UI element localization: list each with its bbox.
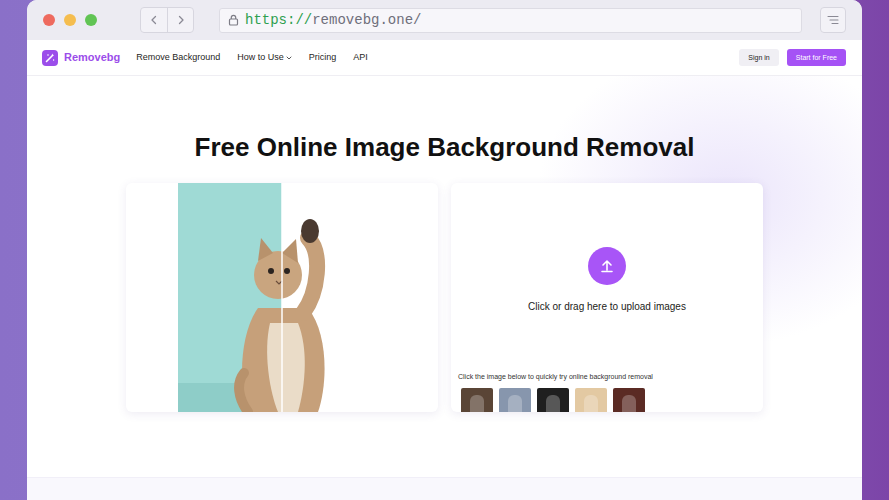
sample-image[interactable]	[461, 388, 493, 413]
lock-icon	[228, 14, 239, 26]
chevron-down-icon	[286, 55, 292, 61]
example-photo	[178, 183, 386, 412]
upload-label[interactable]: Click or drag here to upload images	[528, 299, 686, 314]
upload-arrow-icon[interactable]	[588, 247, 626, 285]
sample-subject	[508, 395, 522, 413]
sample-image[interactable]	[575, 388, 607, 413]
browser-window: https://removebg.one/Removebg Remove Back…	[27, 0, 862, 500]
sample-subject	[470, 395, 484, 413]
nav-dropdown[interactable]: How to Use	[237, 51, 292, 65]
sample-subject	[584, 395, 598, 413]
hero-section: Free Online Image Background Removal Clic…	[27, 76, 862, 477]
sample-image[interactable]	[499, 388, 531, 413]
url-host: removebg.one/	[312, 12, 421, 28]
page-title: Free Online Image Background Removal	[195, 132, 695, 163]
auth-buttons: Sign in Start for Free	[739, 49, 846, 66]
upload-card[interactable]: Click or drag here to upload images Click…	[451, 183, 763, 412]
url-text[interactable]: https://removebg.one/	[245, 13, 421, 27]
nav-label: Remove Background	[136, 51, 220, 65]
sample-images	[461, 388, 763, 413]
start-free-button[interactable]: Start for Free	[787, 49, 846, 66]
zoom-button[interactable]	[85, 14, 97, 26]
sign-in-button[interactable]: Sign in	[739, 49, 778, 66]
preview-card	[126, 183, 438, 412]
nav-label: How to Use	[237, 51, 284, 65]
magic-wand-icon	[42, 50, 58, 66]
browser-toolbar: https://removebg.one/	[27, 0, 862, 40]
tool-cards: Click or drag here to upload images Click…	[126, 183, 763, 412]
nav-link[interactable]: API	[353, 51, 368, 65]
brand-logo[interactable]: Removebg	[42, 49, 120, 66]
menu-icon[interactable]	[820, 7, 846, 33]
nav-link[interactable]: Remove Background	[136, 51, 220, 65]
nav-link[interactable]: Pricing	[309, 51, 337, 65]
close-button[interactable]	[43, 14, 55, 26]
url-scheme: https://	[245, 12, 312, 28]
samples-hint: Click the image below to quickly try onl…	[458, 372, 763, 383]
nav-label: API	[353, 51, 368, 65]
sample-subject	[622, 395, 636, 413]
sample-image[interactable]	[537, 388, 569, 413]
sample-subject	[546, 395, 560, 413]
upload-dropzone[interactable]: Click or drag here to upload images	[451, 183, 763, 314]
nav-links: Remove Background How to Use Pricing API	[136, 51, 368, 65]
site-navbar: Removebg Remove Background How to Use Prici…	[27, 40, 862, 76]
sample-image[interactable]	[613, 388, 645, 413]
desktop: https://removebg.one/Removebg Remove Back…	[0, 0, 889, 500]
brand-name: Removebg	[64, 49, 120, 66]
address-bar[interactable]: https://removebg.one/	[219, 8, 802, 33]
history-buttons	[140, 7, 194, 33]
page-bottom-band	[27, 477, 862, 500]
window-controls	[43, 14, 97, 26]
forward-icon[interactable]	[167, 8, 193, 32]
minimize-button[interactable]	[64, 14, 76, 26]
back-icon[interactable]	[141, 8, 167, 32]
nav-label: Pricing	[309, 51, 337, 65]
